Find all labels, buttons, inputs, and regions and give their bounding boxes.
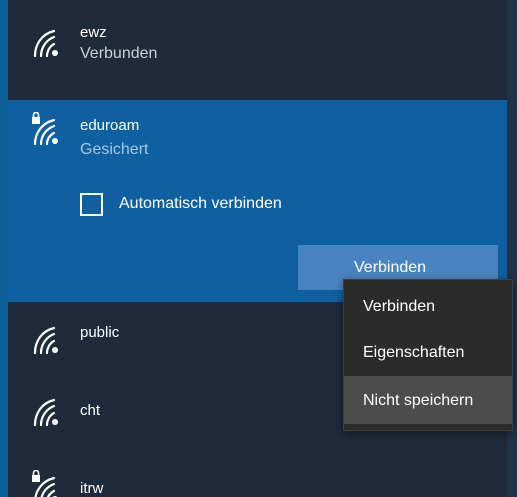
- wifi-secured-icon: [32, 112, 58, 146]
- menu-item-properties[interactable]: Eigenschaften: [344, 328, 512, 376]
- left-accent-strip: [0, 0, 8, 497]
- auto-connect-row[interactable]: Automatisch verbinden: [80, 192, 282, 216]
- menu-item-connect[interactable]: Verbinden: [344, 280, 512, 328]
- network-status: Gesichert: [80, 141, 149, 158]
- auto-connect-label: Automatisch verbinden: [119, 195, 282, 212]
- wifi-icon: [33, 398, 58, 427]
- network-name: ewz: [80, 24, 107, 41]
- network-name: itrw: [80, 480, 104, 497]
- wifi-icon: [33, 29, 58, 58]
- context-menu: Verbinden Eigenschaften Nicht speichern: [343, 279, 513, 431]
- network-name: cht: [80, 402, 101, 419]
- network-item-eduroam[interactable]: eduroam Gesichert Automatisch verbinden …: [8, 100, 507, 302]
- network-item-itrw[interactable]: itrw: [8, 455, 507, 497]
- network-status: Verbunden: [80, 45, 158, 62]
- network-name: public: [80, 324, 120, 341]
- menu-item-forget[interactable]: Nicht speichern: [344, 376, 512, 424]
- network-name: eduroam: [80, 117, 140, 134]
- auto-connect-checkbox[interactable]: [80, 192, 103, 216]
- wifi-icon: [33, 326, 58, 355]
- wifi-secured-icon: [32, 470, 58, 497]
- network-item-ewz[interactable]: ewz Verbunden: [8, 0, 507, 100]
- wifi-flyout: ewz Verbunden eduroam Gesichert Automati…: [0, 0, 517, 497]
